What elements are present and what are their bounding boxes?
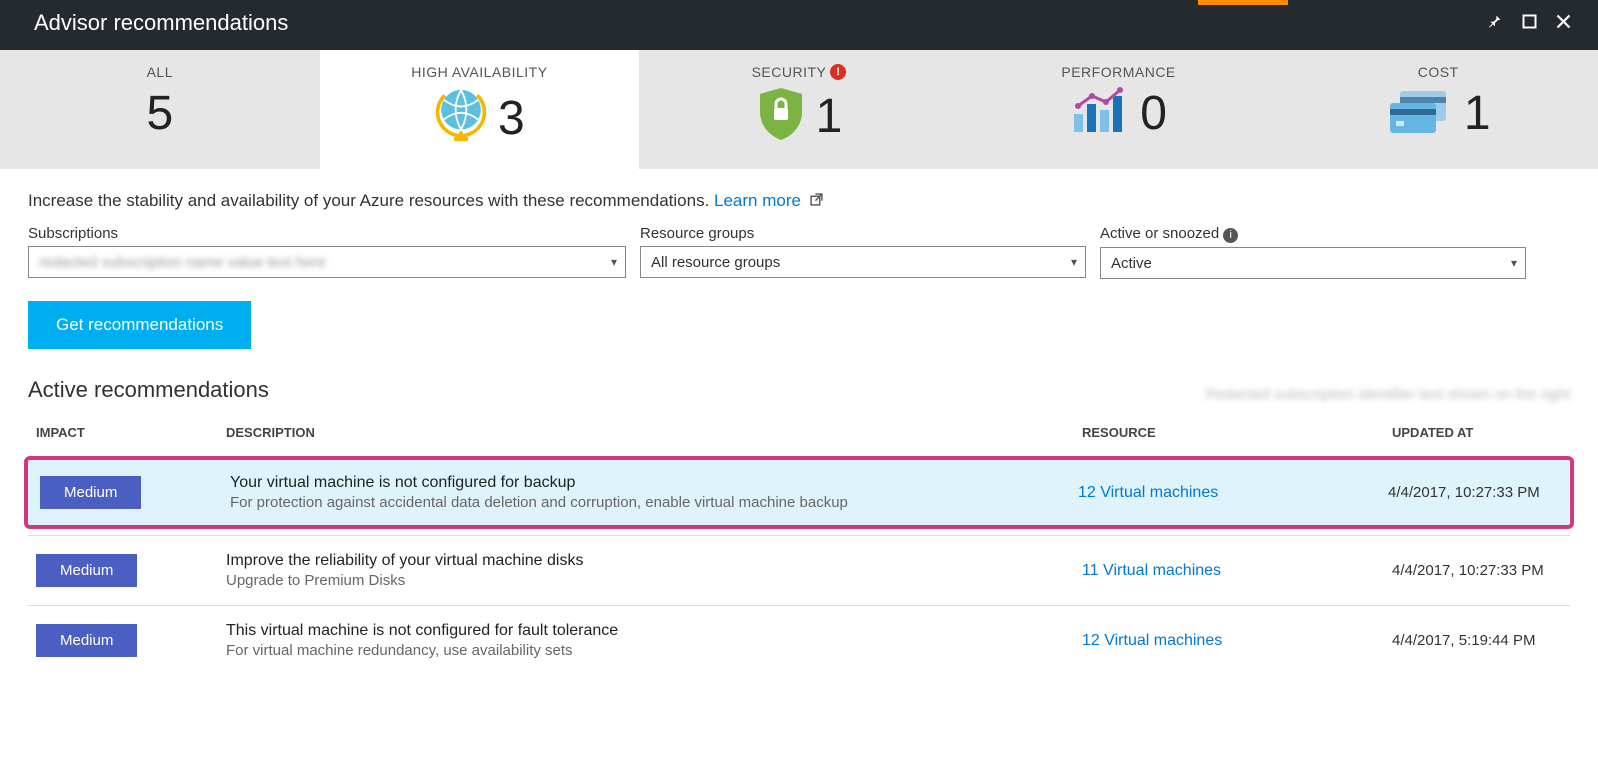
chart-icon [1070, 86, 1130, 141]
table-row[interactable]: Medium This virtual machine is not config… [28, 605, 1570, 675]
col-updated: UPDATED AT [1392, 425, 1562, 440]
col-description: DESCRIPTION [226, 425, 1082, 440]
table-row[interactable]: Medium Your virtual machine is not config… [24, 456, 1574, 529]
pin-icon[interactable] [1478, 13, 1512, 34]
active-recommendations-heading: Active recommendations [28, 377, 1206, 403]
title-bar: Advisor recommendations [0, 0, 1598, 50]
resource-groups-select[interactable]: All resource groups ▾ [640, 246, 1086, 278]
row-subtitle: For protection against accidental data d… [230, 494, 1078, 511]
learn-more-link[interactable]: Learn more [714, 191, 801, 210]
row-subtitle: For virtual machine redundancy, use avai… [226, 642, 1082, 659]
tab-label: PERFORMANCE [959, 64, 1279, 80]
get-recommendations-button[interactable]: Get recommendations [28, 301, 251, 349]
impact-badge: Medium [36, 554, 137, 587]
subscriptions-label: Subscriptions [28, 225, 626, 242]
category-tabs: ALL 5 HIGH AVAILABILITY 3 SECURITY! [0, 50, 1598, 169]
globe-icon [434, 86, 488, 151]
tab-count: 3 [498, 91, 525, 146]
col-resource: RESOURCE [1082, 425, 1392, 440]
subscription-id-text: Redacted subscription identifier text sh… [1206, 386, 1570, 403]
impact-badge: Medium [36, 624, 137, 657]
intro-text: Increase the stability and availability … [28, 191, 1570, 211]
recommendations-table: IMPACT DESCRIPTION RESOURCE UPDATED AT M… [28, 415, 1570, 675]
status-select[interactable]: Active ▾ [1100, 247, 1526, 279]
row-subtitle: Upgrade to Premium Disks [226, 572, 1082, 589]
tab-count: 0 [1140, 86, 1167, 141]
resource-link[interactable]: 11 Virtual machines [1082, 562, 1221, 579]
table-row[interactable]: Medium Improve the reliability of your vi… [28, 535, 1570, 605]
updated-at: 4/4/2017, 10:27:33 PM [1388, 484, 1558, 501]
chevron-down-icon: ▾ [611, 255, 617, 269]
info-icon[interactable]: i [1223, 228, 1238, 243]
tab-all[interactable]: ALL 5 [0, 50, 320, 169]
row-title: This virtual machine is not configured f… [226, 622, 1082, 640]
tab-label: ALL [0, 64, 320, 80]
tab-high-availability[interactable]: HIGH AVAILABILITY 3 [320, 50, 640, 169]
subscriptions-select[interactable]: redacted subscription name value text he… [28, 246, 626, 278]
tab-cost[interactable]: COST 1 [1278, 50, 1598, 169]
external-link-icon [810, 194, 823, 209]
tab-security[interactable]: SECURITY! 1 [639, 50, 959, 169]
impact-badge: Medium [40, 476, 141, 509]
tab-count: 1 [1464, 86, 1491, 141]
tab-label: HIGH AVAILABILITY [320, 64, 640, 80]
credit-card-icon [1386, 87, 1454, 140]
chevron-down-icon: ▾ [1071, 255, 1077, 269]
tab-label: SECURITY! [639, 64, 959, 80]
resource-link[interactable]: 12 Virtual machines [1078, 484, 1218, 501]
resource-groups-label: Resource groups [640, 225, 1086, 242]
tab-count: 5 [146, 86, 173, 141]
alert-icon: ! [830, 64, 846, 80]
status-label: Active or snoozedi [1100, 225, 1526, 243]
row-title: Your virtual machine is not configured f… [230, 474, 1078, 492]
close-icon[interactable] [1546, 13, 1580, 34]
chevron-down-icon: ▾ [1511, 256, 1517, 270]
resource-link[interactable]: 12 Virtual machines [1082, 632, 1222, 649]
updated-at: 4/4/2017, 10:27:33 PM [1392, 562, 1562, 579]
tab-label: COST [1278, 64, 1598, 80]
table-header: IMPACT DESCRIPTION RESOURCE UPDATED AT [28, 415, 1570, 450]
maximize-icon[interactable] [1512, 13, 1546, 34]
col-impact: IMPACT [36, 425, 226, 440]
shield-icon [756, 86, 806, 147]
updated-at: 4/4/2017, 5:19:44 PM [1392, 632, 1562, 649]
tab-count: 1 [816, 89, 843, 144]
tab-performance[interactable]: PERFORMANCE 0 [959, 50, 1279, 169]
page-title: Advisor recommendations [34, 10, 1478, 36]
row-title: Improve the reliability of your virtual … [226, 552, 1082, 570]
